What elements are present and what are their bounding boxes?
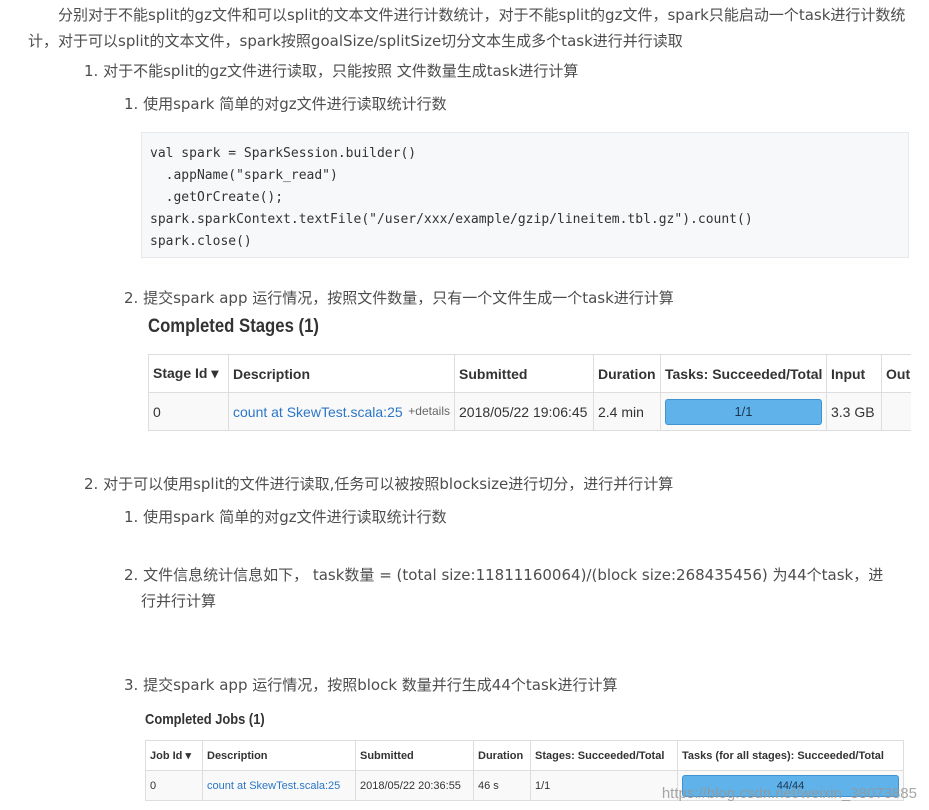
header-duration[interactable]: Duration	[473, 740, 531, 771]
header-submitted[interactable]: Submitted	[355, 740, 474, 771]
progress-label: 1/1	[734, 403, 753, 419]
cell-output	[881, 392, 911, 431]
progress-bar: 1/1	[665, 398, 822, 425]
code-line: spark.close()	[150, 234, 252, 249]
header-description[interactable]: Description	[202, 740, 356, 771]
code-line: .appName("spark_read")	[150, 168, 338, 183]
progress-track: 1/1	[665, 398, 822, 425]
job-description-link[interactable]: count at SkewTest.scala:25	[207, 780, 340, 792]
code-line: spark.sparkContext.textFile("/user/xxx/e…	[150, 212, 753, 227]
section2-step2-line2: 行并行计算	[141, 592, 217, 610]
cell-duration: 2.4 min	[593, 392, 661, 431]
stages-table: Stage Id ▾ Description Submitted Duratio…	[148, 354, 911, 431]
section1-title: 1. 对于不能split的gz文件进行读取，只能按照 文件数量生成task进行计…	[84, 62, 579, 80]
section2-step1: 1. 使用spark 简单的对gz文件进行读取统计行数	[124, 508, 447, 526]
completed-stages-screenshot: Stage Id ▾ Description Submitted Duratio…	[148, 354, 911, 432]
cell-stage-id: 0	[148, 392, 229, 431]
cell-submitted: 2018/05/22 20:36:55	[355, 770, 474, 801]
section2-step2-line1: 2. 文件信息统计信息如下， task数量 = (total size:1181…	[124, 566, 884, 584]
header-submitted[interactable]: Submitted	[454, 354, 594, 393]
cell-description: count at SkewTest.scala:25	[202, 770, 356, 801]
cell-duration: 46 s	[473, 770, 531, 801]
header-description[interactable]: Description	[228, 354, 455, 393]
cell-job-id: 0	[145, 770, 203, 801]
cell-input: 3.3 GB	[826, 392, 882, 431]
cell-description: count at SkewTest.scala:25 +details	[228, 392, 455, 431]
completed-jobs-title: Completed Jobs (1)	[145, 711, 265, 728]
code-block: val spark = SparkSession.builder() .appN…	[141, 132, 909, 258]
header-output[interactable]: Output	[881, 354, 911, 393]
cell-submitted: 2018/05/22 19:06:45	[454, 392, 594, 431]
cell-tasks: 1/1	[660, 392, 827, 431]
header-job-id[interactable]: Job Id ▾	[145, 740, 203, 771]
completed-stages-title: Completed Stages (1)	[148, 316, 319, 337]
watermark: https://blog.csdn.net/weixin_38073885	[661, 785, 917, 802]
code-line: .getOrCreate();	[150, 190, 284, 205]
table-row: 0 count at SkewTest.scala:25 +details 20…	[148, 392, 911, 431]
code-line: val spark = SparkSession.builder()	[150, 146, 417, 161]
header-input[interactable]: Input	[826, 354, 882, 393]
header-duration[interactable]: Duration	[593, 354, 661, 393]
section1-step2: 2. 提交spark app 运行情况，按照文件数量，只有一个文件生成一个tas…	[124, 289, 674, 307]
header-tasks[interactable]: Tasks: Succeeded/Total	[660, 354, 827, 393]
jobs-header-row: Job Id ▾ Description Submitted Duration …	[145, 740, 904, 771]
header-stages[interactable]: Stages: Succeeded/Total	[530, 740, 678, 771]
cell-stages: 1/1	[530, 770, 678, 801]
intro-paragraph: 分别对于不能split的gz文件和可以split的文本文件进行计数统计，对于不能…	[28, 6, 906, 50]
header-stage-id[interactable]: Stage Id ▾	[148, 354, 229, 393]
stages-header-row: Stage Id ▾ Description Submitted Duratio…	[148, 354, 911, 393]
stage-description-link[interactable]: count at SkewTest.scala:25	[233, 404, 403, 420]
details-link[interactable]: +details	[408, 404, 450, 418]
section2-step3: 3. 提交spark app 运行情况，按照block 数量并行生成44个tas…	[124, 676, 618, 694]
section2-title: 2. 对于可以使用split的文件进行读取,任务可以被按照blocksize进行…	[84, 475, 674, 493]
section1-step1: 1. 使用spark 简单的对gz文件进行读取统计行数	[124, 95, 447, 113]
header-tasks[interactable]: Tasks (for all stages): Succeeded/Total	[677, 740, 904, 771]
